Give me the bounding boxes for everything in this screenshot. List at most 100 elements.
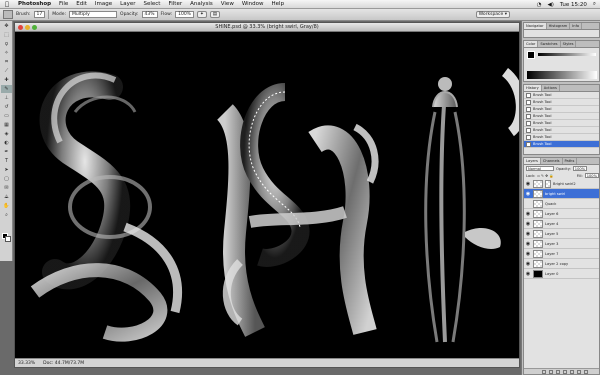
- zoom-level[interactable]: 33.33%: [18, 361, 35, 366]
- zoom-tool-icon[interactable]: ⌕: [1, 211, 12, 219]
- menu-filter[interactable]: Filter: [164, 1, 186, 7]
- menu-layer[interactable]: Layer: [116, 1, 139, 7]
- brush-size-picker[interactable]: 17: [33, 11, 46, 18]
- eye-icon[interactable]: ◉: [525, 241, 531, 247]
- menu-image[interactable]: Image: [91, 1, 116, 7]
- blur-tool-icon[interactable]: ◈: [1, 130, 12, 138]
- trash-icon[interactable]: [584, 369, 588, 374]
- tab-channels[interactable]: Channels: [541, 158, 563, 164]
- background-color-swatch[interactable]: [5, 236, 11, 242]
- menu-photoshop[interactable]: Photoshop: [14, 1, 55, 7]
- menu-select[interactable]: Select: [140, 1, 165, 7]
- slice-tool-icon[interactable]: ⟋: [1, 67, 12, 75]
- color-fg-swatch[interactable]: [527, 51, 535, 59]
- move-tool-icon[interactable]: ✥: [1, 22, 12, 30]
- pen-tool-icon[interactable]: ✒: [1, 148, 12, 156]
- eyedropper-tool-icon[interactable]: ⟁: [1, 193, 12, 201]
- eye-icon[interactable]: ◉: [525, 191, 531, 197]
- crop-tool-icon[interactable]: ⌗: [1, 58, 12, 66]
- history-brush-tool-icon[interactable]: ↺: [1, 103, 12, 111]
- tab-navigator[interactable]: Navigator: [524, 23, 547, 29]
- history-item[interactable]: Brush Tool: [524, 134, 599, 141]
- gradient-tool-icon[interactable]: ▦: [1, 121, 12, 129]
- tab-history[interactable]: History: [524, 85, 542, 91]
- healing-brush-tool-icon[interactable]: ✚: [1, 76, 12, 84]
- adjustment-layer-icon[interactable]: [563, 369, 567, 374]
- new-layer-icon[interactable]: [577, 369, 581, 374]
- layer-row[interactable]: ◉ Layer 7: [524, 249, 599, 259]
- zoom-icon[interactable]: [32, 25, 37, 30]
- clone-stamp-tool-icon[interactable]: ⊥: [1, 94, 12, 102]
- tab-swatches[interactable]: Swatches: [538, 41, 561, 47]
- canvas[interactable]: [15, 32, 519, 360]
- layer-row[interactable]: ◉ Layer 0: [524, 269, 599, 279]
- menu-help[interactable]: Help: [268, 1, 289, 7]
- eye-icon[interactable]: ◉: [525, 181, 531, 187]
- tab-info[interactable]: Info: [570, 23, 583, 29]
- lock-icons[interactable]: ▫ ✎ ✥ 🔒: [537, 174, 553, 178]
- history-item[interactable]: Brush Tool: [524, 99, 599, 106]
- eye-icon[interactable]: ◉: [525, 221, 531, 227]
- menu-window[interactable]: Window: [238, 1, 268, 7]
- volume-icon[interactable]: ◀): [548, 2, 554, 8]
- layer-row[interactable]: ◉ Layer 6: [524, 209, 599, 219]
- layer-row[interactable]: ◉ Bright swirl2: [524, 179, 599, 189]
- mode-select[interactable]: Multiply: [69, 11, 118, 18]
- tab-color[interactable]: Color: [524, 41, 539, 47]
- history-item[interactable]: Brush Tool: [524, 120, 599, 127]
- document-title-bar[interactable]: SHINE.psd @ 33.3% (bright swirl, Gray/8): [15, 23, 519, 32]
- eye-icon[interactable]: [525, 201, 531, 207]
- link-layers-icon[interactable]: [542, 369, 546, 374]
- eye-icon[interactable]: ◉: [525, 211, 531, 217]
- brush-tool-icon[interactable]: ✎: [1, 85, 12, 93]
- notes-tool-icon[interactable]: ✉: [1, 184, 12, 192]
- eye-icon[interactable]: ◉: [525, 251, 531, 257]
- layer-row[interactable]: ◉ Layer 5: [524, 229, 599, 239]
- marquee-tool-icon[interactable]: ⬚: [1, 31, 12, 39]
- tab-paths[interactable]: Paths: [563, 158, 578, 164]
- tab-histogram[interactable]: Histogram: [547, 23, 571, 29]
- opacity-field[interactable]: 43%: [141, 11, 158, 18]
- menu-edit[interactable]: Edit: [72, 1, 91, 7]
- history-item-selected[interactable]: Brush Tool: [524, 141, 599, 148]
- gray-slider[interactable]: [538, 53, 596, 56]
- layer-row[interactable]: ◉ Layer 3: [524, 239, 599, 249]
- add-mask-icon[interactable]: [556, 369, 560, 374]
- layer-row-selected[interactable]: ◉ bright swirl: [524, 189, 599, 199]
- minimize-icon[interactable]: [25, 25, 30, 30]
- menu-file[interactable]: File: [55, 1, 72, 7]
- hand-tool-icon[interactable]: ✋: [1, 202, 12, 210]
- brushes-palette-button[interactable]: ▤: [209, 11, 221, 18]
- document-size[interactable]: Doc: 44.7M/73.7M: [43, 361, 84, 366]
- menu-view[interactable]: View: [217, 1, 238, 7]
- spotlight-icon[interactable]: ⌕: [593, 1, 596, 8]
- eye-icon[interactable]: ◉: [525, 231, 531, 237]
- history-item[interactable]: Brush Tool: [524, 92, 599, 99]
- fill-field[interactable]: 100%: [584, 173, 599, 178]
- layer-row[interactable]: ◉ Layer 4: [524, 219, 599, 229]
- apple-menu-icon[interactable]: : [0, 1, 14, 8]
- magic-wand-tool-icon[interactable]: ✧: [1, 49, 12, 57]
- type-tool-icon[interactable]: T: [1, 157, 12, 165]
- eye-icon[interactable]: ◉: [525, 271, 531, 277]
- color-ramp[interactable]: [527, 71, 597, 79]
- menu-clock[interactable]: Tue 15:20: [560, 2, 587, 8]
- layer-opacity-field[interactable]: 100%: [572, 166, 588, 171]
- blend-mode-select[interactable]: Normal: [526, 166, 554, 171]
- lasso-tool-icon[interactable]: ϙ: [1, 40, 12, 48]
- close-icon[interactable]: [18, 25, 23, 30]
- tab-actions[interactable]: Actions: [542, 85, 560, 91]
- shape-tool-icon[interactable]: ▢: [1, 175, 12, 183]
- dodge-tool-icon[interactable]: ◐: [1, 139, 12, 147]
- tab-layers[interactable]: Layers: [524, 158, 541, 164]
- layer-style-icon[interactable]: [549, 369, 553, 374]
- history-item[interactable]: Brush Tool: [524, 106, 599, 113]
- history-item[interactable]: Brush Tool: [524, 127, 599, 134]
- new-group-icon[interactable]: [570, 369, 574, 374]
- menu-analysis[interactable]: Analysis: [186, 1, 217, 7]
- eye-icon[interactable]: ◉: [525, 261, 531, 267]
- workspace-button[interactable]: Workspace ▾: [475, 11, 510, 18]
- tool-preset-picker[interactable]: [3, 10, 13, 19]
- airbrush-button[interactable]: ✦: [196, 11, 207, 18]
- layer-row[interactable]: ◉ Layer 2 copy: [524, 259, 599, 269]
